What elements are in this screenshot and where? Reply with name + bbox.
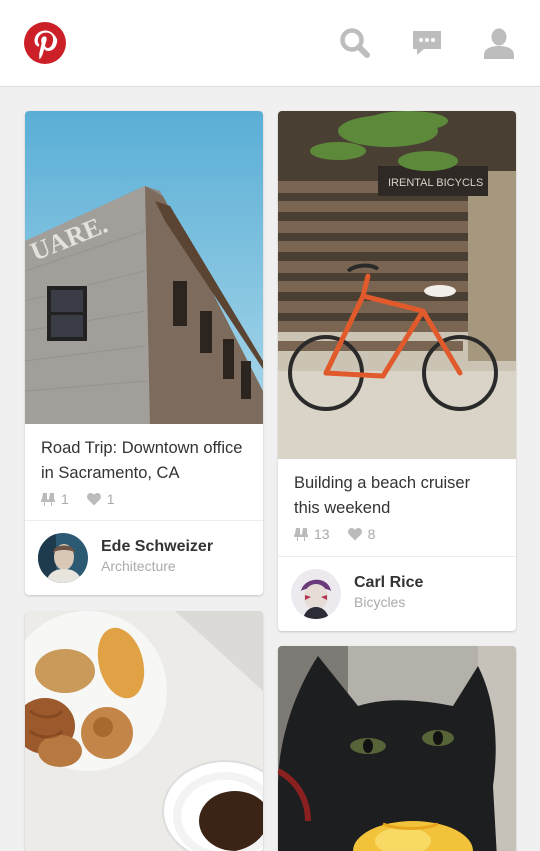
pin-card[interactable]	[278, 646, 516, 851]
like-count: 1	[106, 491, 115, 507]
profile-icon[interactable]	[482, 26, 516, 60]
pin-image[interactable]: IRENTAL BICYCLS	[278, 111, 516, 459]
pinterest-logo[interactable]	[24, 22, 66, 64]
owner-name[interactable]: Carl Rice	[354, 574, 423, 592]
pin-image[interactable]	[25, 611, 263, 851]
pin-description: Road Trip: Downtown office in Sacramento…	[41, 439, 243, 482]
pin-stats: 13 8	[278, 526, 516, 542]
heart-icon	[86, 492, 101, 505]
board-name[interactable]: Bicycles	[354, 594, 405, 610]
top-bar	[0, 0, 540, 87]
pin-card[interactable]: UARE. Road Trip: Downtown office in Sacr…	[25, 111, 263, 595]
pin-card[interactable]: IRENTAL BICYCLS Building a beach cruiser…	[278, 111, 516, 631]
pin-feed: UARE. Road Trip: Downtown office in Sacr…	[0, 88, 540, 851]
pin-image[interactable]: UARE.	[25, 111, 263, 424]
pin-owner[interactable]: Carl Rice Bicycles	[278, 556, 516, 631]
repin-count: 13	[314, 526, 330, 542]
svg-text:IRENTAL BICYCLS: IRENTAL BICYCLS	[388, 177, 483, 189]
messages-icon[interactable]	[410, 26, 444, 60]
board-name[interactable]: Architecture	[101, 558, 176, 574]
repin-count: 1	[61, 491, 69, 507]
repin-icon	[41, 493, 55, 506]
avatar[interactable]	[38, 533, 88, 583]
avatar[interactable]	[291, 569, 341, 619]
pin-card[interactable]	[25, 611, 263, 851]
pin-stats: 1 1	[25, 491, 263, 507]
search-icon[interactable]	[338, 26, 372, 60]
heart-icon	[347, 527, 362, 540]
repin-icon	[294, 528, 308, 541]
owner-name[interactable]: Ede Schweizer	[101, 538, 213, 556]
pin-image[interactable]	[278, 646, 516, 851]
pin-description: Building a beach cruiser this weekend	[294, 474, 471, 517]
pin-owner[interactable]: Ede Schweizer Architecture	[25, 520, 263, 595]
like-count: 8	[367, 526, 376, 542]
